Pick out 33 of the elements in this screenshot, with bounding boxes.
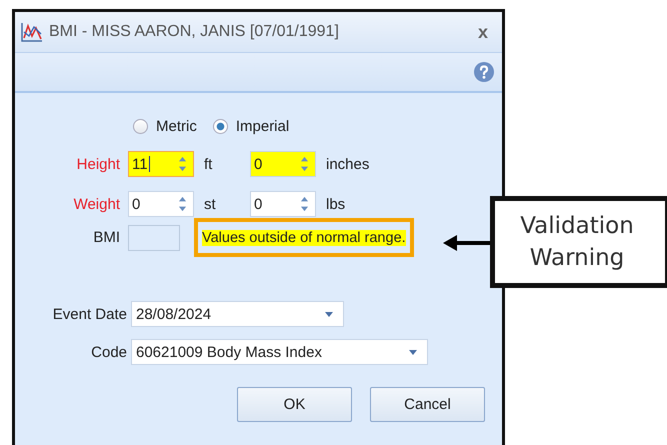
code-dropdown[interactable]: 60621009 Body Mass Index [131, 339, 428, 365]
warning-message: Values outside of normal range. [202, 230, 406, 246]
number-field[interactable]: 0 [250, 151, 316, 177]
number-field[interactable]: 0 [128, 191, 194, 217]
date-dropdown[interactable]: 28/08/2024 [131, 301, 344, 327]
number-field[interactable]: 11 [128, 151, 194, 177]
spinner-icon[interactable] [300, 196, 309, 212]
unit-label: st [203, 196, 217, 212]
dialog-button[interactable]: OK [237, 387, 352, 422]
close-button[interactable]: x [478, 22, 494, 42]
chart-icon [21, 22, 43, 42]
field-label: Event Date [52, 306, 127, 322]
dropdown-icon[interactable] [325, 312, 333, 316]
field-label: Weight [72, 196, 120, 212]
callout-label: Validation Warning [490, 196, 667, 288]
field-label: Height [76, 156, 120, 172]
field-label: BMI [92, 229, 120, 246]
field-label: Code [90, 344, 127, 360]
unit-label: ft [203, 156, 214, 172]
spinner-icon[interactable] [178, 156, 187, 172]
dropdown-icon[interactable] [409, 350, 417, 354]
arrow-icon [443, 234, 491, 252]
spinner-icon[interactable] [178, 196, 187, 212]
unit-label: inches [325, 156, 370, 172]
dialog-button[interactable]: Cancel [370, 387, 485, 422]
number-field[interactable]: 0 [250, 191, 316, 217]
radio-option[interactable]: Metric [133, 118, 197, 134]
bmi-field [128, 224, 180, 250]
window-title: BMI - MISS AARON, JANIS [07/01/1991] [49, 23, 340, 41]
unit-label: lbs [325, 196, 346, 212]
help-icon[interactable] [474, 62, 494, 82]
radio-option[interactable]: Imperial [212, 118, 290, 134]
spinner-icon[interactable] [300, 156, 309, 172]
